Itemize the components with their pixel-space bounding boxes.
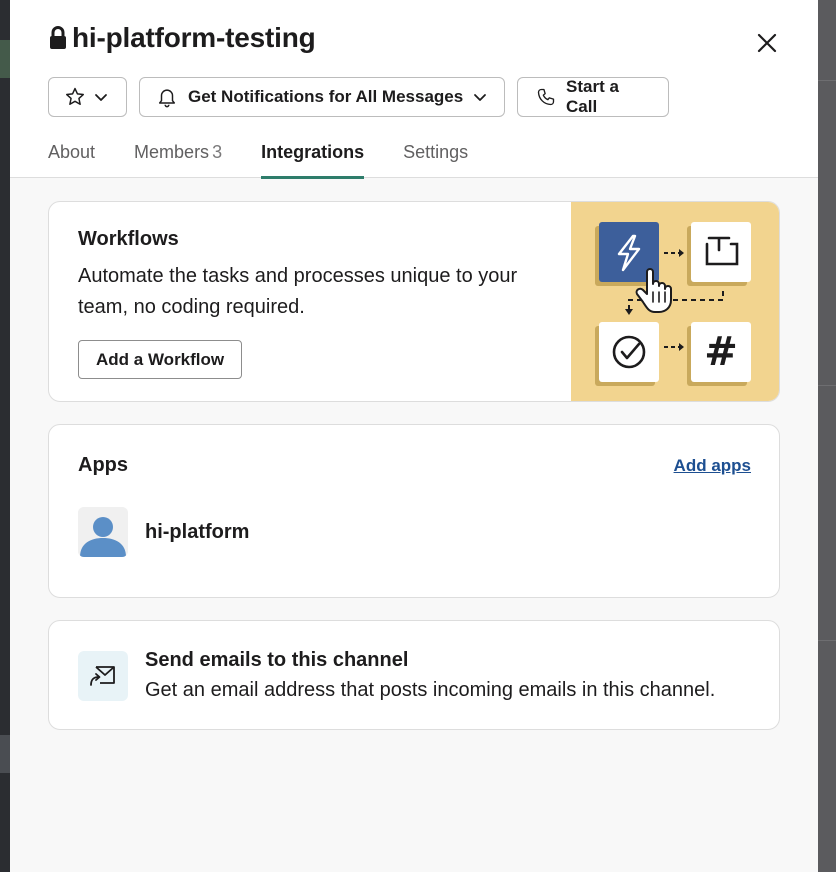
channel-tabs: About Members 3 Integrations Settings bbox=[48, 142, 507, 179]
user-icon bbox=[78, 507, 128, 557]
tab-integrations[interactable]: Integrations bbox=[261, 142, 365, 179]
add-apps-link[interactable]: Add apps bbox=[674, 456, 751, 476]
send-emails-description: Get an email address that posts incoming… bbox=[145, 679, 716, 701]
star-icon bbox=[66, 87, 84, 105]
tab-about-label: About bbox=[48, 142, 96, 162]
send-emails-title: Send emails to this channel bbox=[145, 649, 409, 671]
lock-icon bbox=[50, 26, 66, 49]
channel-details-modal: hi-platform-testing Get Notifications fo… bbox=[10, 0, 818, 872]
workflows-text: Workflows Automate the tasks and process… bbox=[78, 228, 558, 323]
app-item[interactable]: hi-platform bbox=[78, 507, 249, 557]
background-content bbox=[818, 0, 836, 872]
channel-title-row: hi-platform-testing bbox=[48, 22, 316, 54]
close-icon[interactable] bbox=[754, 30, 780, 56]
start-call-button[interactable]: Start a Call bbox=[517, 77, 669, 117]
tab-integrations-label: Integrations bbox=[261, 142, 365, 162]
phone-icon bbox=[537, 88, 555, 106]
app-name: hi-platform bbox=[145, 520, 250, 543]
bell-icon bbox=[158, 89, 176, 108]
start-call-label: Start a Call bbox=[566, 77, 619, 116]
tab-members[interactable]: Members 3 bbox=[134, 142, 222, 178]
tab-settings-label: Settings bbox=[403, 142, 469, 162]
apps-title: Apps bbox=[78, 454, 128, 476]
workflow-illustration: # bbox=[571, 202, 779, 401]
apps-card: Apps Add apps hi-platform bbox=[48, 424, 780, 598]
notifications-button[interactable]: Get Notifications for All Messages bbox=[139, 77, 505, 117]
notifications-label: Get Notifications for All Messages bbox=[188, 87, 464, 106]
star-button[interactable] bbox=[48, 77, 127, 117]
add-workflow-button[interactable]: Add a Workflow bbox=[78, 340, 243, 379]
workflows-description: Automate the tasks and processes unique … bbox=[78, 265, 518, 318]
members-count: 3 bbox=[212, 142, 223, 162]
app-avatar bbox=[78, 507, 128, 557]
workflows-card: Workflows Automate the tasks and process… bbox=[48, 201, 780, 402]
chevron-down-icon bbox=[95, 94, 107, 101]
modal-header: hi-platform-testing Get Notifications fo… bbox=[10, 0, 818, 179]
email-forward-icon bbox=[78, 651, 128, 701]
send-emails-card[interactable]: Send emails to this channel Get an email… bbox=[48, 620, 780, 730]
hash-symbol: # bbox=[704, 329, 738, 375]
chevron-down-icon bbox=[474, 94, 487, 101]
tab-about[interactable]: About bbox=[48, 142, 95, 178]
channel-title: hi-platform-testing bbox=[72, 22, 316, 53]
tab-settings[interactable]: Settings bbox=[403, 142, 468, 178]
background-sidebar bbox=[0, 0, 10, 872]
header-actions: Get Notifications for All Messages Start… bbox=[48, 77, 669, 117]
tab-members-label: Members bbox=[134, 142, 210, 162]
workflows-title: Workflows bbox=[78, 228, 179, 250]
